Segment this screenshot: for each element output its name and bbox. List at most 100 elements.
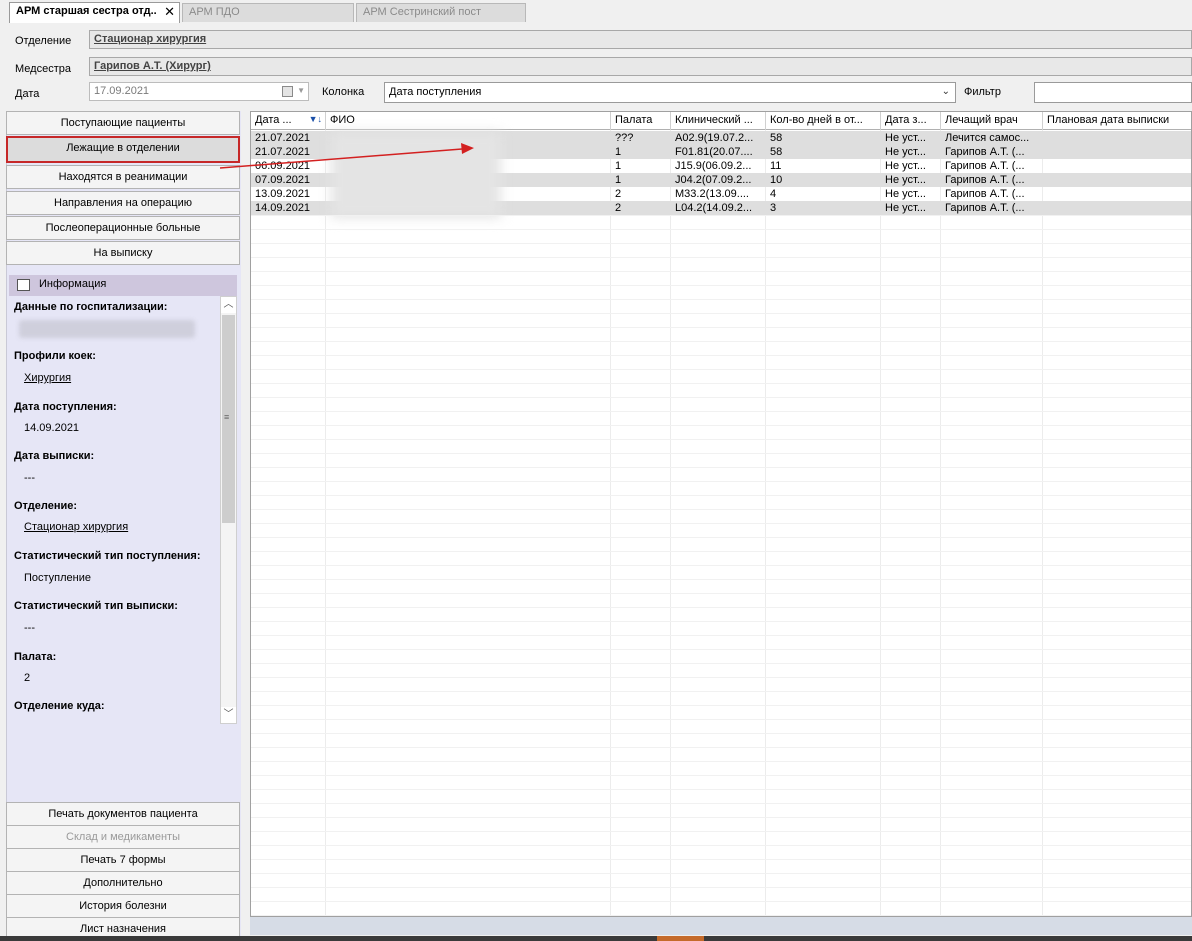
- taskbar: [0, 936, 1192, 941]
- discharge-date-label: Дата выписки:: [14, 450, 95, 462]
- department-info-link[interactable]: Стационар хирургия: [24, 521, 128, 533]
- grid-line: [251, 873, 1191, 874]
- filter-sort-icon[interactable]: ▼↓: [309, 114, 322, 124]
- filter-input[interactable]: [1034, 82, 1192, 103]
- department-label: Отделение: [15, 35, 72, 47]
- profile-link[interactable]: Хирургия: [24, 372, 71, 384]
- column-select[interactable]: Дата поступления ⌄: [384, 82, 956, 103]
- column-select-value: Дата поступления: [389, 86, 482, 98]
- print-patient-docs-button[interactable]: Печать документов пациента: [6, 802, 240, 826]
- grid-line: [251, 285, 1191, 286]
- grid-line: [251, 915, 1191, 916]
- cell-admission-date: 21.07.2021: [255, 132, 311, 144]
- column-label: Колонка: [322, 86, 365, 98]
- column-header-label: Дата ...: [255, 114, 292, 126]
- date-label: Дата: [15, 88, 40, 100]
- medical-history-button[interactable]: История болезни: [6, 894, 240, 918]
- cell-diagnosis: A02.9(19.07.2...: [675, 132, 754, 144]
- nav-incoming-patients[interactable]: Поступающие пациенты: [6, 111, 240, 135]
- cell-date-z: Не уст...: [885, 160, 926, 172]
- cell-ward: 1: [615, 160, 622, 172]
- print-form7-button[interactable]: Печать 7 формы: [6, 848, 240, 872]
- cell-doctor: Лечится самос...: [945, 132, 1030, 144]
- date-input[interactable]: 17.09.2021 ▼: [89, 82, 309, 101]
- cell-admission-date: 14.09.2021: [255, 202, 311, 214]
- admission-date-value: 14.09.2021: [24, 422, 80, 434]
- grid-line: [251, 887, 1191, 888]
- cell-doctor: Гарипов А.Т. (...: [945, 174, 1025, 186]
- grid-line: [251, 341, 1191, 342]
- grid-line: [251, 607, 1191, 608]
- cell-date-z: Не уст...: [885, 202, 926, 214]
- admission-date-label: Дата поступления:: [14, 401, 117, 413]
- nav-in-reanimation[interactable]: Находятся в реанимации: [6, 165, 240, 189]
- column-header-admission-date[interactable]: Дата ... ▼↓: [251, 112, 326, 130]
- column-header-date-z[interactable]: Дата з...: [881, 112, 941, 130]
- additional-button[interactable]: Дополнительно: [6, 871, 240, 895]
- column-header-planned-discharge[interactable]: Плановая дата выписки: [1043, 112, 1191, 130]
- taskbar-highlight: [657, 936, 704, 941]
- column-header-days[interactable]: Кол-во дней в от...: [766, 112, 881, 130]
- tab-arm-pdo[interactable]: АРМ ПДО: [182, 3, 354, 22]
- grid-line: [251, 579, 1191, 580]
- cell-admission-date: 13.09.2021: [255, 188, 311, 200]
- department-field[interactable]: Стационар хирургия: [89, 30, 1192, 49]
- cell-date-z: Не уст...: [885, 174, 926, 186]
- stat-discharge-value: ---: [24, 622, 35, 634]
- grid-line: [251, 411, 1191, 412]
- cell-ward: 1: [615, 174, 622, 186]
- nav-in-department[interactable]: Лежащие в отделении: [6, 136, 240, 163]
- tab-label: АРМ Сестринский пост: [363, 6, 481, 18]
- grid-line: [251, 649, 1191, 650]
- info-scrollbar[interactable]: ︿ ≡ ﹀: [220, 296, 237, 724]
- ward-label: Палата:: [14, 651, 57, 663]
- grid-line: [251, 397, 1191, 398]
- grid-line: [251, 719, 1191, 720]
- chevron-down-icon: ⌄: [941, 86, 950, 97]
- nav-discharge[interactable]: На выписку: [6, 241, 240, 265]
- destination-dept-label: Отделение куда:: [14, 700, 105, 712]
- cell-diagnosis: L04.2(14.09.2...: [675, 202, 753, 214]
- edit-note-icon: [17, 279, 30, 291]
- column-header-ward[interactable]: Палата: [611, 112, 671, 130]
- column-header-doctor[interactable]: Лечащий врач: [941, 112, 1043, 130]
- patients-grid[interactable]: Дата ... ▼↓ ФИО Палата Клинический ... К…: [250, 111, 1192, 917]
- grid-line: [251, 439, 1191, 440]
- calendar-icon[interactable]: [282, 86, 293, 97]
- grid-line: [251, 313, 1191, 314]
- nav-surgery-referrals[interactable]: Направления на операцию: [6, 191, 240, 215]
- cell-days: 58: [770, 146, 783, 158]
- hosp-data-label: Данные по госпитализации:: [14, 301, 168, 313]
- grid-line: [251, 369, 1191, 370]
- grid-line: [251, 845, 1191, 846]
- close-icon[interactable]: ✕: [164, 4, 175, 20]
- grid-line: [251, 817, 1191, 818]
- chevron-down-icon[interactable]: ﹀: [221, 707, 236, 723]
- grid-line: [251, 901, 1191, 902]
- stat-admission-label: Статистический тип поступления:: [14, 550, 201, 562]
- tab-label: АРМ старшая сестра отд..: [16, 5, 157, 17]
- tab-bar: АРМ старшая сестра отд.. ✕ АРМ ПДО АРМ С…: [0, 0, 1192, 23]
- column-header-name[interactable]: ФИО: [326, 112, 611, 130]
- warehouse-button[interactable]: Склад и медикаменты: [6, 825, 240, 849]
- grid-line: [251, 803, 1191, 804]
- grid-line: [251, 257, 1191, 258]
- cell-days: 58: [770, 132, 783, 144]
- grid-line: [251, 621, 1191, 622]
- column-header-diagnosis[interactable]: Клинический ...: [671, 112, 766, 130]
- cell-doctor: Гарипов А.Т. (...: [945, 146, 1025, 158]
- info-panel-header[interactable]: Информация: [9, 275, 237, 296]
- cell-diagnosis: J15.9(06.09.2...: [675, 160, 752, 172]
- profile-label: Профили коек:: [14, 350, 96, 362]
- nurse-field[interactable]: Гарипов А.Т. (Хирург): [89, 57, 1192, 76]
- chevron-up-icon[interactable]: ︿: [221, 297, 236, 313]
- cell-admission-date: 06.09.2021: [255, 160, 311, 172]
- chevron-down-icon[interactable]: ▼: [297, 86, 305, 95]
- grid-line: [251, 691, 1191, 692]
- tab-arm-nurse-post[interactable]: АРМ Сестринский пост: [356, 3, 526, 22]
- cell-days: 4: [770, 188, 777, 200]
- grid-line: [251, 215, 1191, 216]
- tab-arm-senior-nurse[interactable]: АРМ старшая сестра отд.. ✕: [9, 2, 180, 23]
- nav-postoperative[interactable]: Послеоперационные больные: [6, 216, 240, 240]
- grid-line: [251, 859, 1191, 860]
